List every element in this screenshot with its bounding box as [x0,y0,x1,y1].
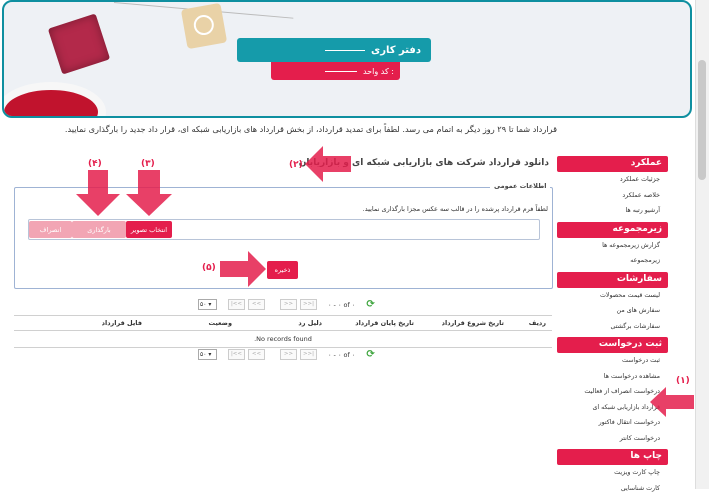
sidebar-item-subset-report[interactable]: گزارش زیرمجموعه ها [557,238,668,254]
tea-cup-image [2,82,106,118]
annotation-arrow-2 [305,146,351,182]
sidebar-section-subsets[interactable]: زیرمجموعه [557,222,668,238]
col-status[interactable]: وضعیت [148,316,238,331]
pager-top: ۵۰ ▾ |<< << >> >>| ۰ - ۰ of ۰ ⟳ [198,298,375,311]
scrollbar-thumb[interactable] [698,60,706,180]
pager-info: ۰ - ۰ of ۰ [328,351,355,359]
sidebar-item-subset[interactable]: زیرمجموعه [557,253,668,269]
last-page-button[interactable]: >>| [300,299,317,310]
empty-message: No records found. [14,331,552,348]
sidebar-item-performance-summary[interactable]: خلاصه عملکرد [557,188,668,204]
prev-page-button[interactable]: << [248,299,265,310]
office-title: دفتر کاری [371,45,421,56]
contracts-table: ردیف تاریخ شروع قرارداد تاریخ پایان قرار… [14,315,552,348]
sidebar-item-invoice-transfer[interactable]: درخواست انتقال فاکتور [557,415,668,431]
sidebar-item-performance-details[interactable]: جزئیات عملکرد [557,172,668,188]
sidebar-section-orders[interactable]: سفارشات [557,272,668,288]
sidebar-item-id-card[interactable]: کارت شناسایی [557,481,668,496]
save-button[interactable]: ذخیره [267,261,298,279]
upload-button[interactable]: بارگذاری [72,221,126,238]
sidebar-item-business-card[interactable]: چاپ کارت ویزیت [557,465,668,481]
page-size-select[interactable]: ۵۰ ▾ [198,299,217,310]
page-title: دانلود قرارداد شرکت های بازاریابی شبکه ا… [349,158,549,168]
sidebar-item-rank-archive[interactable]: آرشیو رتبه ها [557,203,668,219]
annotation-arrow-3 [126,170,172,216]
first-page-button[interactable]: |<< [228,349,245,360]
sidebar: عملکرد جزئیات عملکرد خلاصه عملکرد آرشیو … [557,153,668,496]
page-size-select[interactable]: ۵۰ ▾ [198,349,217,360]
choose-image-label: انتخاب تصویر [131,226,167,234]
last-page-button[interactable]: >>| [300,349,317,360]
annotation-label-3: (۳) [141,159,155,169]
col-reject-reason[interactable]: دلیل رد [238,316,328,331]
unit-code-label: کد واحد : [363,67,394,76]
cancel-button[interactable]: انصراف [29,221,72,238]
annotation-label-5: (۵) [202,263,216,273]
annotation-arrow-1 [650,387,694,417]
next-page-button[interactable]: >> [280,349,297,360]
table-row: No records found. [14,331,552,348]
first-page-button[interactable]: |<< [228,299,245,310]
col-row-number[interactable]: ردیف [510,316,552,331]
sidebar-item-price-list[interactable]: لیست قیمت محصولات [557,288,668,304]
next-page-button[interactable]: >> [280,299,297,310]
annotation-label-1: (۱) [676,376,690,386]
save-label: ذخیره [275,266,291,274]
sidebar-section-prints[interactable]: چاپ ها [557,449,668,465]
pager-info: ۰ - ۰ of ۰ [328,301,355,309]
sidebar-item-new-request[interactable]: ثبت درخواست [557,353,668,369]
contract-expiry-notice: قرارداد شما تا ۲۹ روز دیگر به اتمام می ر… [65,124,557,134]
annotation-label-4: (۴) [88,159,102,169]
annotation-arrow-5 [220,251,266,287]
refresh-icon[interactable]: ⟳ [366,349,374,360]
col-start-date[interactable]: تاریخ شروع قرارداد [420,316,510,331]
sidebar-item-returned-orders[interactable]: سفارشات برگشتی [557,319,668,335]
unit-code-bar: کد واحد : [271,62,400,80]
prev-page-button[interactable]: << [248,349,265,360]
annotation-arrow-4 [76,170,120,216]
sidebar-item-my-orders[interactable]: سفارش های من [557,303,668,319]
table-header-row: ردیف تاریخ شروع قرارداد تاریخ پایان قرار… [14,316,552,331]
sidebar-section-requests[interactable]: ثبت درخواست [557,337,668,353]
teabag-image [48,13,110,74]
sidebar-item-view-requests[interactable]: مشاهده درخواست ها [557,369,668,385]
col-end-date[interactable]: تاریخ پایان قرارداد [328,316,420,331]
upload-label: بارگذاری [87,226,110,234]
pager-bottom: ۵۰ ▾ |<< << >> >>| ۰ - ۰ of ۰ ⟳ [198,348,375,361]
office-title-bar: دفتر کاری [237,38,431,62]
sidebar-item-counter-request[interactable]: درخواست کانتر [557,431,668,447]
sidebar-section-performance[interactable]: عملکرد [557,156,668,172]
cancel-label: انصراف [40,226,61,234]
logo-teabag-image [181,3,227,49]
choose-image-button[interactable]: انتخاب تصویر [126,221,172,238]
annotation-label-2: (۲) [289,160,303,170]
refresh-icon[interactable]: ⟳ [366,299,374,310]
fieldset-legend: اطلاعات عمومی [490,182,550,190]
upload-instruction: لطفاً فرم قرارداد پرشده را در قالب سه عک… [260,205,548,213]
col-contract-file[interactable]: فایل قرارداد [14,316,148,331]
